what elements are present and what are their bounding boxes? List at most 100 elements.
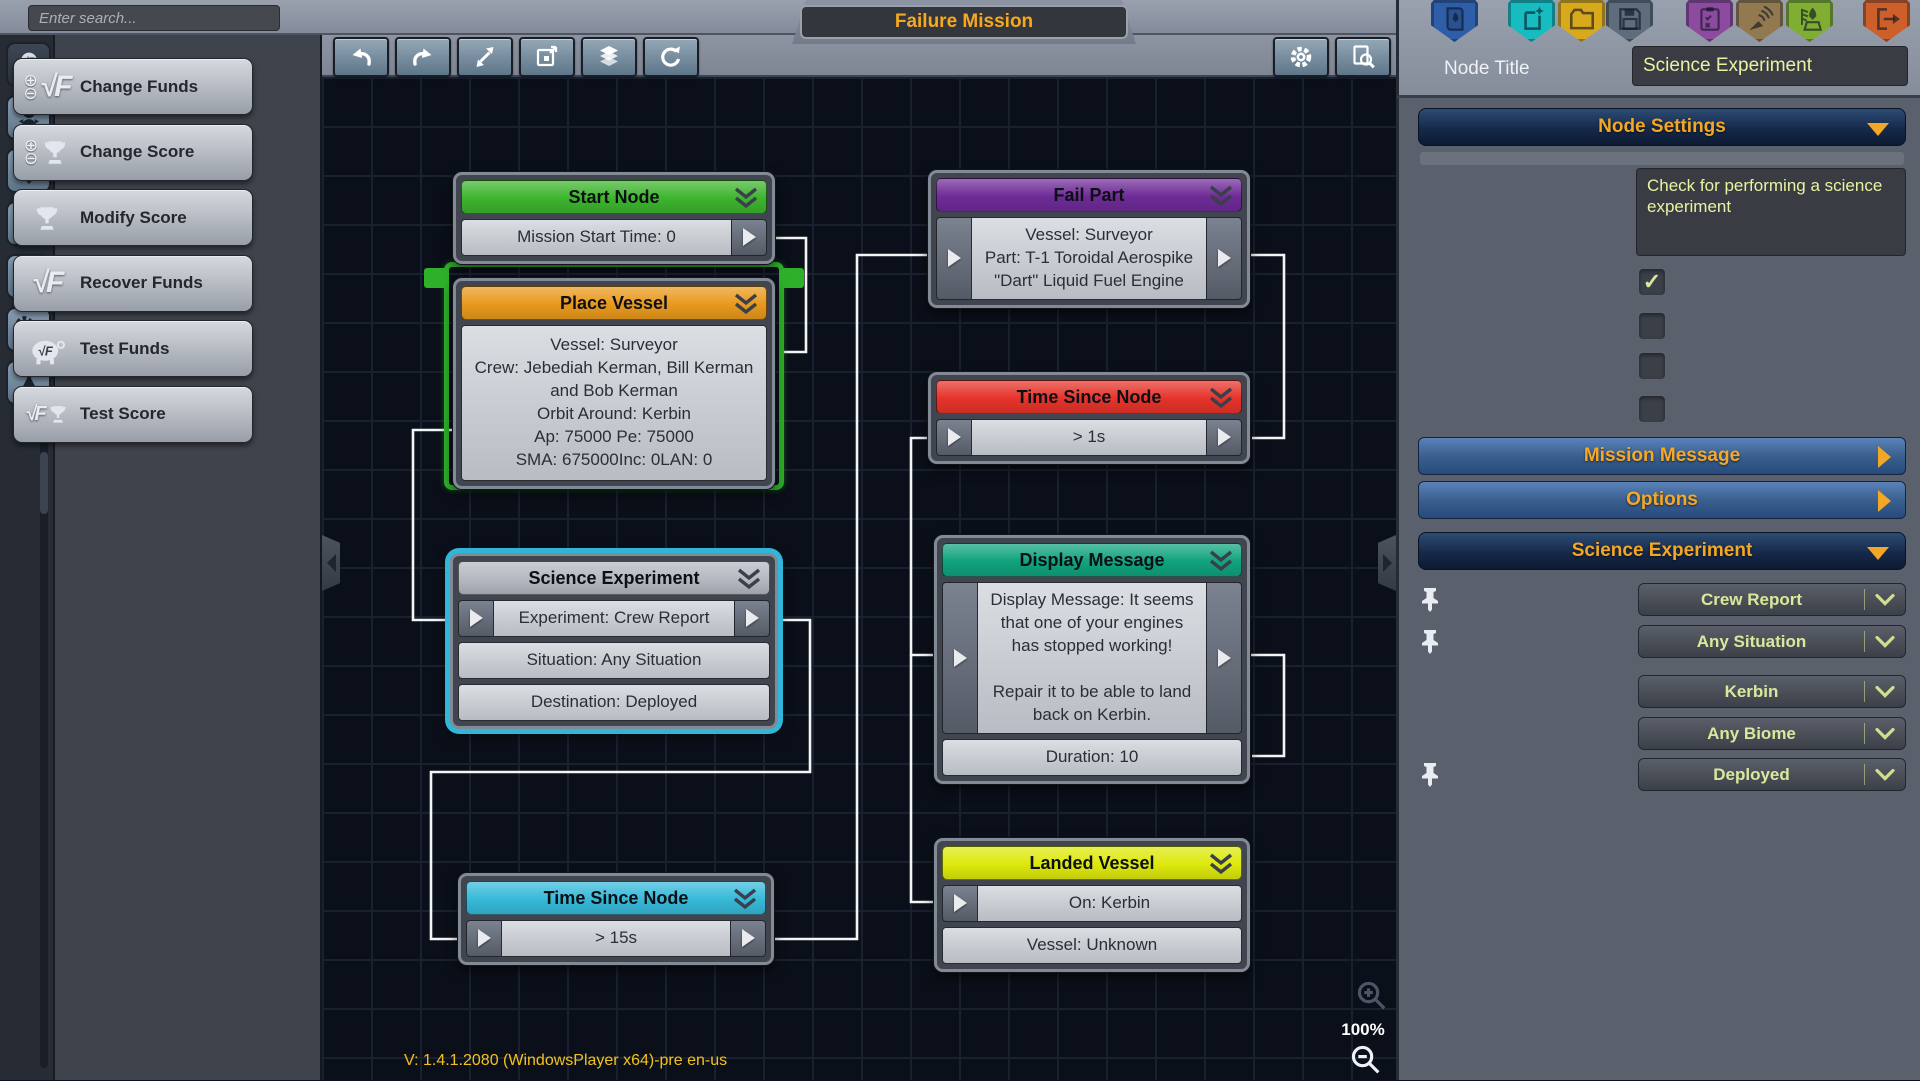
checkbox-objective-node[interactable]: ✓ [1638, 268, 1666, 296]
dropdown-biome[interactable]: Any Biome [1638, 717, 1906, 750]
node-row-text[interactable]: Destination: Deployed [458, 684, 770, 721]
science-experiment-header[interactable]: Science Experiment [1418, 532, 1906, 570]
connector-right[interactable] [734, 600, 770, 637]
dropdown-destination[interactable]: Deployed [1638, 758, 1906, 791]
layers-icon[interactable] [581, 37, 637, 77]
node-row-text[interactable]: Vessel: Surveyor Part: T-1 Toroidal Aero… [971, 217, 1207, 300]
node-row-text[interactable]: On: Kerbin [977, 885, 1242, 922]
sidebar-scrollbar-thumb[interactable] [40, 452, 48, 514]
node-row-text[interactable]: Experiment: Crew Report [493, 600, 735, 637]
dropdown-experiment[interactable]: Crew Report [1638, 583, 1906, 616]
dropdown-situation[interactable]: Any Situation [1638, 625, 1906, 658]
connector-right[interactable] [1206, 582, 1242, 734]
node-row-text[interactable]: Mission Start Time: 0 [461, 219, 732, 256]
pin-icon[interactable] [1420, 761, 1440, 787]
pin-icon[interactable] [1420, 628, 1440, 654]
node-settings-substrip [1420, 152, 1904, 165]
chevrons-down-icon[interactable] [734, 566, 764, 592]
palette-item-recover-funds[interactable]: √FRecover Funds [13, 255, 253, 312]
connector-right[interactable] [1206, 419, 1242, 456]
node-header[interactable]: Display Message [942, 543, 1242, 577]
green-frame-left-tab [424, 268, 448, 288]
display-message[interactable]: Display Message Display Message: It seems… [934, 535, 1250, 784]
landed-vessel[interactable]: Landed Vessel On: Kerbin Vessel: Unknown [934, 838, 1250, 972]
science-experiment-node[interactable]: Science Experiment Experiment: Crew Repor… [450, 553, 778, 729]
funds-symbol-icon: √F [40, 70, 71, 104]
node-row-text[interactable]: Display Message: It seems that one of yo… [977, 582, 1207, 734]
node-header[interactable]: Time Since Node [466, 881, 766, 915]
connector-left[interactable] [942, 582, 978, 734]
node-header[interactable]: Time Since Node [936, 380, 1242, 414]
undo-icon[interactable] [333, 37, 389, 77]
resize-icon[interactable] [457, 37, 513, 77]
version-text: V: 1.4.1.2080 (WindowsPlayer x64)-pre en… [404, 1052, 727, 1070]
description-input[interactable]: Check for performing a science experimen… [1636, 168, 1906, 256]
arrow-right-icon [1218, 649, 1231, 667]
palette-item-change-score[interactable]: ⊕⊖Change Score [13, 124, 253, 181]
time-since-node-upper[interactable]: Time Since Node > 1s [928, 372, 1250, 464]
node-row-text[interactable]: > 1s [971, 419, 1207, 456]
chevrons-down-icon[interactable] [1206, 548, 1236, 574]
collapse-right-panel-tab[interactable] [1378, 535, 1396, 591]
dropdown-celestial-body[interactable]: Kerbin [1638, 675, 1906, 708]
node-header[interactable]: Place Vessel [461, 286, 767, 320]
node-header[interactable]: Science Experiment [458, 561, 770, 595]
node-settings-header[interactable]: Node Settings [1418, 108, 1906, 146]
start-node[interactable]: Start Node Mission Start Time: 0 [453, 172, 775, 264]
chevrons-down-icon[interactable] [1206, 183, 1236, 209]
connector-right[interactable] [731, 219, 767, 256]
palette-item-modify-score[interactable]: Modify Score [13, 189, 253, 246]
node-row: On: Kerbin [942, 885, 1242, 922]
arrow-right-icon [954, 894, 967, 912]
node-row-text[interactable]: Duration: 10 [942, 739, 1242, 776]
palette-item-test-funds[interactable]: √FTest Funds [13, 320, 253, 377]
reset-icon[interactable] [643, 37, 699, 77]
zoom-out-icon[interactable] [1348, 1042, 1382, 1081]
checkbox-event-node[interactable] [1638, 312, 1666, 340]
dropdown-value: Any Situation [1639, 632, 1864, 652]
collapse-left-panel-tab[interactable] [322, 535, 340, 591]
sidebar-scrollbar-track[interactable] [40, 420, 48, 1068]
node-row: Vessel: Surveyor Part: T-1 Toroidal Aero… [936, 217, 1242, 300]
connector-left[interactable] [942, 885, 978, 922]
settings-gear-icon[interactable] [1273, 37, 1329, 77]
palette-item-test-score[interactable]: √FTest Score [13, 386, 253, 443]
chevrons-down-icon[interactable] [1206, 385, 1236, 411]
fail-part[interactable]: Fail Part Vessel: Surveyor Part: T-1 Toro… [928, 170, 1250, 308]
place-vessel[interactable]: Place Vessel Vessel: Surveyor Crew: Jebed… [453, 278, 775, 489]
zoom-in-icon[interactable] [1354, 978, 1388, 1017]
chevrons-down-icon[interactable] [731, 291, 761, 317]
node-header[interactable]: Start Node [461, 180, 767, 214]
time-since-node-lower[interactable]: Time Since Node > 15s [458, 873, 774, 965]
node-row-text[interactable]: Situation: Any Situation [458, 642, 770, 679]
palette-item-change-funds[interactable]: ⊕⊖√FChange Funds [13, 58, 253, 115]
pin-icon[interactable] [1420, 586, 1440, 612]
triangle-right-icon [1878, 490, 1891, 512]
fit-view-icon[interactable] [519, 37, 575, 77]
options-button[interactable]: Options [1418, 481, 1906, 519]
chevrons-down-icon[interactable] [731, 185, 761, 211]
chevrons-down-icon[interactable] [1206, 851, 1236, 877]
node-header[interactable]: Fail Part [936, 178, 1242, 212]
connector-right[interactable] [1206, 217, 1242, 300]
arrow-right-icon [743, 228, 756, 246]
connector-right[interactable] [730, 920, 766, 957]
connector-left[interactable] [458, 600, 494, 637]
node-header[interactable]: Landed Vessel [942, 846, 1242, 880]
node-title-input[interactable] [1632, 46, 1908, 86]
node-row-text[interactable]: Vessel: Unknown [942, 927, 1242, 964]
search-input[interactable] [28, 5, 280, 31]
connector-left[interactable] [936, 217, 972, 300]
connector-left[interactable] [936, 419, 972, 456]
chevrons-down-icon[interactable] [730, 886, 760, 912]
connector-left[interactable] [466, 920, 502, 957]
node-row: Destination: Deployed [458, 684, 770, 721]
node-row-text[interactable]: > 15s [501, 920, 731, 957]
checkbox-end-node[interactable] [1638, 395, 1666, 423]
redo-icon[interactable] [395, 37, 451, 77]
mission-message-button[interactable]: Mission Message [1418, 437, 1906, 475]
node-row-text[interactable]: Vessel: Surveyor Crew: Jebediah Kerman, … [461, 325, 767, 481]
mission-title[interactable]: Failure Mission [800, 5, 1128, 39]
checkbox-show-screen-message[interactable] [1638, 352, 1666, 380]
preview-search-icon[interactable] [1335, 37, 1391, 77]
